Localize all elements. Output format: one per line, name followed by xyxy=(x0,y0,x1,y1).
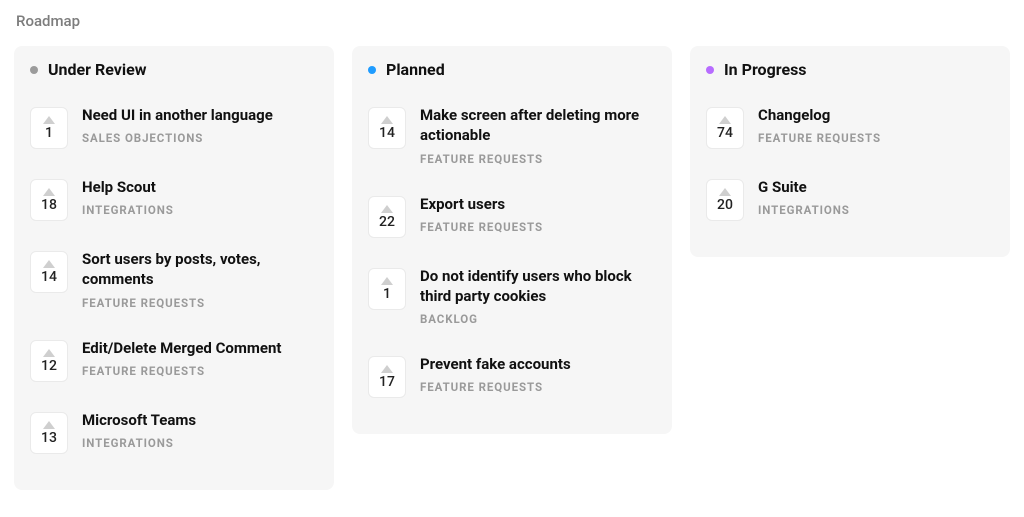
roadmap-card: 20 G Suite INTEGRATIONS xyxy=(704,169,996,235)
column-title: Under Review xyxy=(48,60,147,79)
column-planned: Planned 14 Make screen after deleting more… xyxy=(352,46,672,434)
roadmap-board: Under Review 1 Need UI in another language… xyxy=(14,46,1010,490)
card-title[interactable]: Changelog xyxy=(758,105,992,125)
vote-count: 22 xyxy=(379,215,395,229)
column-under-review: Under Review 1 Need UI in another language… xyxy=(14,46,334,490)
vote-count: 18 xyxy=(41,198,57,212)
caret-up-icon xyxy=(43,116,55,124)
card-category: FEATURE REQUESTS xyxy=(758,131,992,145)
page-title: Roadmap xyxy=(16,12,1010,30)
vote-count: 20 xyxy=(717,198,733,212)
card-category: FEATURE REQUESTS xyxy=(420,380,654,394)
card-title[interactable]: Help Scout xyxy=(82,177,316,197)
caret-up-icon xyxy=(719,188,731,196)
caret-up-icon xyxy=(43,188,55,196)
card-body: Changelog FEATURE REQUESTS xyxy=(758,105,992,145)
caret-up-icon xyxy=(381,277,393,285)
roadmap-card: 17 Prevent fake accounts FEATURE REQUESTS xyxy=(366,346,658,412)
upvote-button[interactable]: 12 xyxy=(30,340,68,382)
column-title: In Progress xyxy=(724,60,807,79)
upvote-button[interactable]: 74 xyxy=(706,107,744,149)
card-body: Prevent fake accounts FEATURE REQUESTS xyxy=(420,354,654,394)
card-title[interactable]: Prevent fake accounts xyxy=(420,354,654,374)
card-body: Need UI in another language SALES OBJECTI… xyxy=(82,105,316,145)
upvote-button[interactable]: 22 xyxy=(368,196,406,238)
card-category: BACKLOG xyxy=(420,312,654,326)
vote-count: 74 xyxy=(717,126,733,140)
card-category: INTEGRATIONS xyxy=(82,436,316,450)
upvote-button[interactable]: 18 xyxy=(30,179,68,221)
roadmap-card: 14 Make screen after deleting more action… xyxy=(366,97,658,180)
upvote-button[interactable]: 13 xyxy=(30,412,68,454)
card-body: Sort users by posts, votes, comments FEAT… xyxy=(82,249,316,310)
card-category: INTEGRATIONS xyxy=(82,203,316,217)
card-category: FEATURE REQUESTS xyxy=(420,220,654,234)
status-dot-icon xyxy=(706,66,714,74)
card-body: Make screen after deleting more actionab… xyxy=(420,105,654,166)
roadmap-card: 13 Microsoft Teams INTEGRATIONS xyxy=(28,402,320,468)
upvote-button[interactable]: 17 xyxy=(368,356,406,398)
status-dot-icon xyxy=(368,66,376,74)
roadmap-card: 74 Changelog FEATURE REQUESTS xyxy=(704,97,996,163)
column-header: Under Review xyxy=(28,60,320,79)
column-header: In Progress xyxy=(704,60,996,79)
upvote-button[interactable]: 14 xyxy=(368,107,406,149)
status-dot-icon xyxy=(30,66,38,74)
roadmap-card: 1 Do not identify users who block third p… xyxy=(366,258,658,341)
card-category: INTEGRATIONS xyxy=(758,203,992,217)
caret-up-icon xyxy=(43,421,55,429)
card-body: Do not identify users who block third pa… xyxy=(420,266,654,327)
vote-count: 1 xyxy=(383,287,391,301)
roadmap-card: 1 Need UI in another language SALES OBJECT… xyxy=(28,97,320,163)
caret-up-icon xyxy=(43,349,55,357)
card-title[interactable]: Microsoft Teams xyxy=(82,410,316,430)
caret-up-icon xyxy=(381,116,393,124)
vote-count: 12 xyxy=(41,359,57,373)
caret-up-icon xyxy=(719,116,731,124)
upvote-button[interactable]: 1 xyxy=(30,107,68,149)
card-category: FEATURE REQUESTS xyxy=(82,364,316,378)
card-category: FEATURE REQUESTS xyxy=(420,152,654,166)
card-title[interactable]: Edit/Delete Merged Comment xyxy=(82,338,316,358)
vote-count: 17 xyxy=(379,375,395,389)
card-title[interactable]: Export users xyxy=(420,194,654,214)
column-header: Planned xyxy=(366,60,658,79)
roadmap-card: 18 Help Scout INTEGRATIONS xyxy=(28,169,320,235)
card-title[interactable]: Need UI in another language xyxy=(82,105,316,125)
card-body: Microsoft Teams INTEGRATIONS xyxy=(82,410,316,450)
card-title[interactable]: Do not identify users who block third pa… xyxy=(420,266,654,307)
vote-count: 14 xyxy=(379,126,395,140)
caret-up-icon xyxy=(381,365,393,373)
upvote-button[interactable]: 1 xyxy=(368,268,406,310)
roadmap-card: 14 Sort users by posts, votes, comments FE… xyxy=(28,241,320,324)
card-body: Export users FEATURE REQUESTS xyxy=(420,194,654,234)
caret-up-icon xyxy=(43,260,55,268)
card-body: Help Scout INTEGRATIONS xyxy=(82,177,316,217)
card-category: SALES OBJECTIONS xyxy=(82,131,316,145)
roadmap-card: 22 Export users FEATURE REQUESTS xyxy=(366,186,658,252)
column-title: Planned xyxy=(386,60,445,79)
card-body: Edit/Delete Merged Comment FEATURE REQUES… xyxy=(82,338,316,378)
upvote-button[interactable]: 20 xyxy=(706,179,744,221)
upvote-button[interactable]: 14 xyxy=(30,251,68,293)
card-category: FEATURE REQUESTS xyxy=(82,296,316,310)
vote-count: 13 xyxy=(41,431,57,445)
card-body: G Suite INTEGRATIONS xyxy=(758,177,992,217)
card-title[interactable]: G Suite xyxy=(758,177,992,197)
vote-count: 1 xyxy=(45,126,53,140)
column-in-progress: In Progress 74 Changelog FEATURE REQUESTS 20… xyxy=(690,46,1010,257)
vote-count: 14 xyxy=(41,270,57,284)
card-title[interactable]: Sort users by posts, votes, comments xyxy=(82,249,316,290)
caret-up-icon xyxy=(381,205,393,213)
roadmap-card: 12 Edit/Delete Merged Comment FEATURE REQU… xyxy=(28,330,320,396)
card-title[interactable]: Make screen after deleting more actionab… xyxy=(420,105,654,146)
